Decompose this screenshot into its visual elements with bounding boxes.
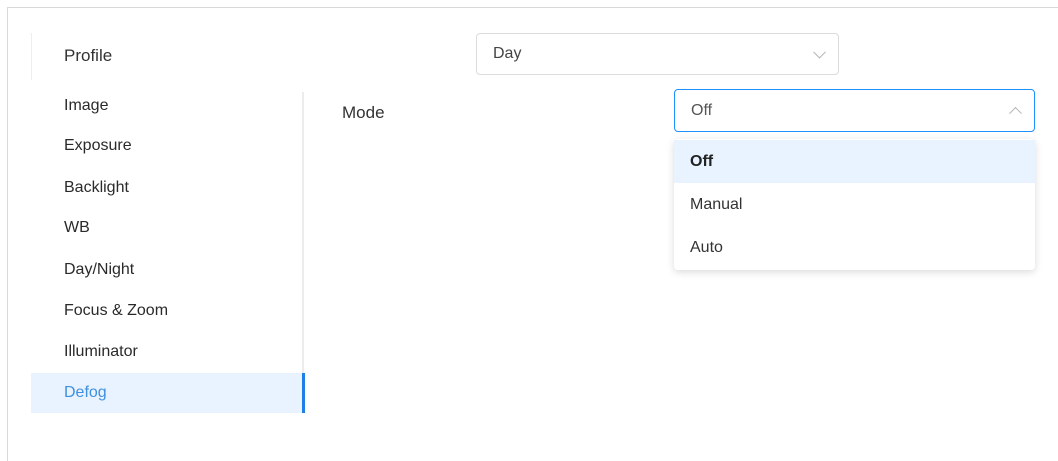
profile-divider <box>31 33 32 80</box>
chevron-down-icon <box>813 45 826 59</box>
menu-item-label: Focus & Zoom <box>64 302 169 319</box>
profile-label: Profile <box>64 46 113 65</box>
menu-item-label: Backlight <box>64 179 129 196</box>
menu-active-indicator <box>302 373 305 413</box>
menu-item-label: Image <box>64 97 109 114</box>
menu-rail <box>302 92 304 412</box>
menu-item-label: Exposure <box>64 137 132 154</box>
menu-item-exposure[interactable]: Exposure <box>31 126 302 166</box>
menu-item-wb[interactable]: WB <box>31 208 302 248</box>
mode-select[interactable]: Off <box>674 89 1035 132</box>
mode-select-value: Off <box>691 101 713 119</box>
profile-select-value: Day <box>493 45 522 62</box>
menu-item-focus-zoom[interactable]: Focus & Zoom <box>31 291 302 331</box>
mode-dropdown: Off Manual Auto <box>674 139 1035 270</box>
menu-item-day-night[interactable]: Day/Night <box>31 250 302 290</box>
menu-item-image[interactable]: Image <box>31 86 302 126</box>
menu-item-illuminator[interactable]: Illuminator <box>31 332 302 372</box>
chevron-up-icon <box>1009 106 1022 120</box>
settings-menu: Image Exposure Backlight WB Day/Night Fo… <box>31 86 305 414</box>
menu-item-label: Defog <box>64 384 107 401</box>
menu-item-defog[interactable]: Defog <box>31 373 302 413</box>
mode-option-off[interactable]: Off <box>674 140 1035 183</box>
mode-label: Mode <box>342 103 385 122</box>
mode-option-manual[interactable]: Manual <box>674 183 1035 226</box>
profile-select[interactable]: Day <box>476 33 839 75</box>
menu-item-backlight[interactable]: Backlight <box>31 168 302 208</box>
menu-item-label: Illuminator <box>64 343 138 360</box>
mode-option-auto[interactable]: Auto <box>674 226 1035 269</box>
menu-item-label: WB <box>64 219 90 236</box>
menu-item-label: Day/Night <box>64 261 135 278</box>
